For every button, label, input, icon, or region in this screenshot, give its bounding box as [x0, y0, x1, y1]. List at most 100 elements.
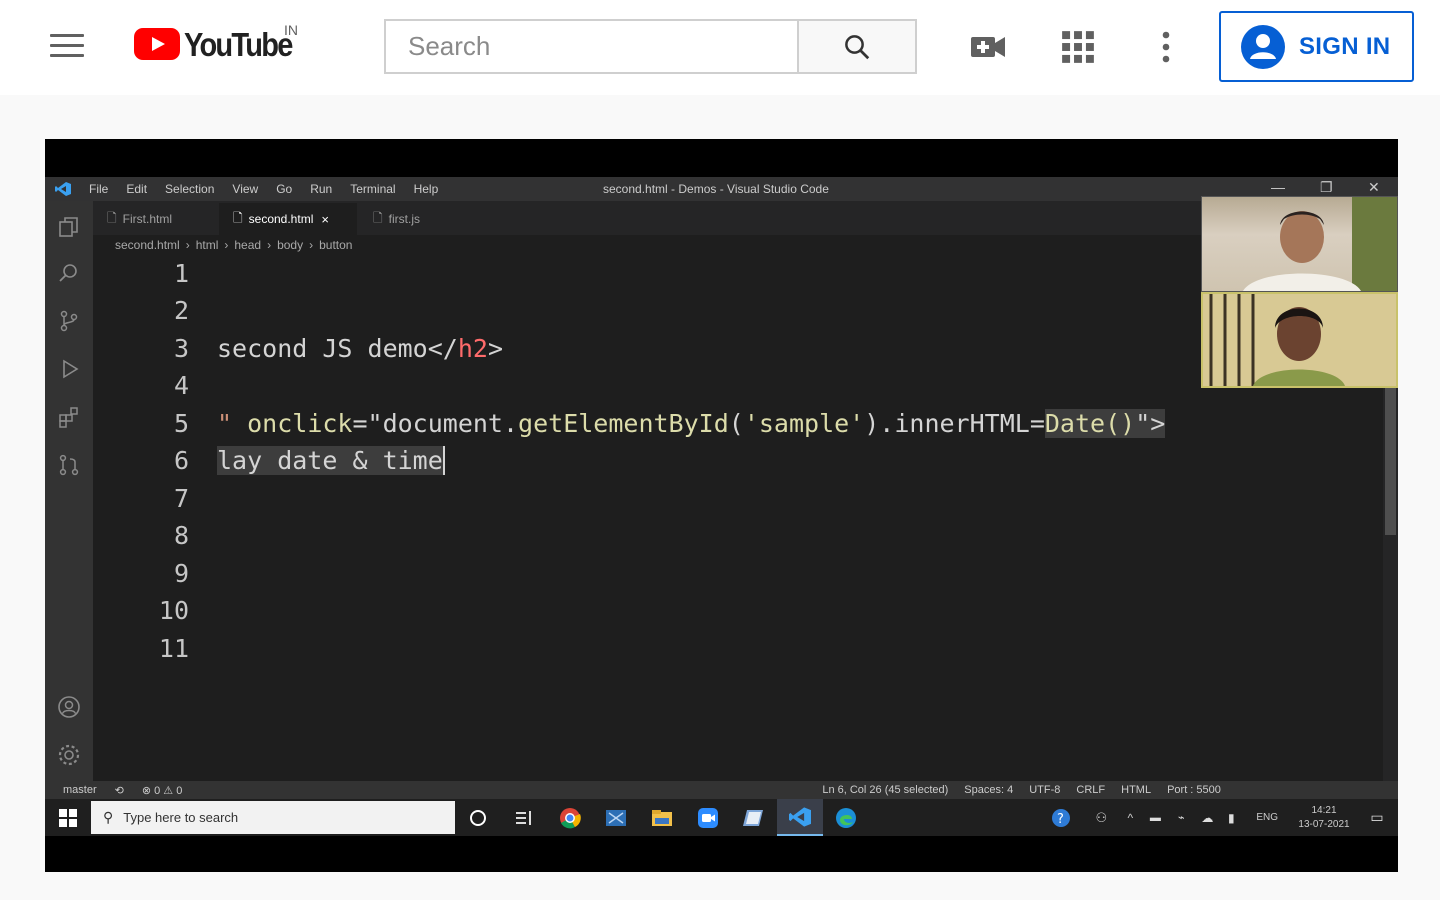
windows-taskbar: ⚲ Type here to search ? ⚇ ^ ▬ ⌁ ☁ ▮ ENG …	[45, 799, 1398, 836]
taskbar-search-box[interactable]: ⚲ Type here to search	[91, 801, 455, 834]
sign-in-button[interactable]: SIGN IN	[1219, 11, 1414, 82]
pull-request-icon[interactable]	[57, 453, 81, 477]
tab-first-html[interactable]: 🗋 First.html	[93, 203, 217, 235]
branch-status[interactable]: master	[63, 784, 97, 796]
minimize-icon[interactable]: —	[1271, 179, 1285, 195]
problems-status[interactable]: ⊗ 0 ⚠ 0	[142, 784, 182, 797]
search-input[interactable]	[408, 31, 798, 62]
task-view-button[interactable]	[501, 799, 547, 836]
extensions-icon[interactable]	[57, 405, 81, 429]
breadcrumb-item[interactable]: body	[277, 238, 303, 252]
menu-selection[interactable]: Selection	[165, 182, 214, 196]
vscode-statusbar: master ⟲ ⊗ 0 ⚠ 0 Ln 6, Col 26 (45 select…	[45, 781, 1398, 799]
task-view-icon	[516, 810, 531, 825]
source-control-icon[interactable]	[57, 309, 81, 333]
people-tray-icon[interactable]: ⚇	[1084, 799, 1118, 836]
tab-label: first.js	[388, 212, 420, 226]
menu-help[interactable]: Help	[414, 182, 439, 196]
zoom-video-icon	[698, 807, 718, 828]
close-tab-icon[interactable]: ×	[321, 212, 329, 227]
chevron-up-icon[interactable]: ^	[1118, 799, 1142, 836]
line-number: 2	[173, 296, 189, 325]
taskbar-edge[interactable]	[823, 799, 869, 836]
window-title: second.html - Demos - Visual Studio Code	[603, 182, 829, 196]
live-server-port[interactable]: Port : 5500	[1167, 784, 1221, 796]
windows-start-button[interactable]	[45, 799, 91, 836]
battery-icon[interactable]: ▬	[1142, 799, 1168, 836]
breadcrumb-item[interactable]: button	[319, 238, 352, 252]
youtube-logo[interactable]: YouTube IN	[134, 22, 306, 68]
language-indicator[interactable]: ENG	[1256, 812, 1278, 823]
taskbar-snipping-tool[interactable]	[593, 799, 639, 836]
clock-time: 14:21	[1311, 804, 1337, 816]
line-number: 5	[173, 409, 189, 438]
tab-label: second.html	[248, 212, 314, 226]
search-panel-icon[interactable]	[57, 261, 81, 285]
network-icon[interactable]: ⌁	[1168, 799, 1194, 836]
windows-logo-icon	[59, 808, 77, 827]
manage-gear-icon[interactable]	[57, 743, 81, 767]
create-video-button[interactable]	[968, 27, 1008, 67]
code-editor[interactable]: 1 2 3 4 5 6 7 8 9 10 11 second JS demo</…	[93, 255, 1383, 781]
language-status[interactable]: HTML	[1121, 784, 1151, 796]
edge-icon	[836, 807, 856, 828]
tab-second-html[interactable]: 🗋 second.html ×	[219, 203, 357, 235]
breadcrumb-item[interactable]: second.html	[115, 238, 180, 252]
apps-grid-icon	[1062, 31, 1094, 63]
menu-go[interactable]: Go	[276, 182, 292, 196]
line-number: 3	[173, 334, 189, 363]
menu-edit[interactable]: Edit	[126, 182, 147, 196]
chevron-right-icon: ›	[309, 238, 314, 252]
code-line-3: second JS demo</h2>	[217, 334, 503, 363]
apps-button[interactable]	[1058, 27, 1098, 67]
volume-icon[interactable]: ▮	[1220, 799, 1242, 836]
line-number: 8	[173, 521, 189, 550]
line-number: 4	[173, 371, 189, 400]
taskbar-vscode[interactable]	[777, 799, 823, 836]
menu-file[interactable]: File	[89, 182, 108, 196]
selected-text: lay date & time	[217, 446, 445, 475]
line-number: 10	[158, 596, 189, 625]
chevron-right-icon: ›	[267, 238, 272, 252]
participant-video-2	[1201, 292, 1398, 388]
close-window-icon[interactable]: ✕	[1368, 179, 1380, 196]
taskbar-clock[interactable]: 14:21 13-07-2021	[1292, 804, 1356, 832]
accounts-icon[interactable]	[57, 695, 81, 719]
menu-run[interactable]: Run	[310, 182, 332, 196]
code-line-6: lay date & time	[217, 446, 445, 475]
taskbar-zoom[interactable]	[685, 799, 731, 836]
breadcrumb-item[interactable]: head	[234, 238, 261, 252]
menu-terminal[interactable]: Terminal	[350, 182, 395, 196]
tab-label: First.html	[122, 212, 172, 226]
svg-text:?: ?	[1057, 812, 1064, 827]
sync-icon[interactable]: ⟲	[115, 784, 124, 797]
explorer-icon[interactable]	[57, 215, 81, 239]
video-camera-plus-icon	[971, 37, 1005, 57]
cloud-icon[interactable]: ☁	[1194, 799, 1220, 836]
chrome-icon	[560, 807, 581, 828]
notification-center-icon[interactable]: ▭	[1356, 799, 1398, 836]
search-button[interactable]	[797, 19, 917, 74]
tab-first-js[interactable]: 🗋 first.js	[359, 203, 483, 235]
scrollbar-thumb[interactable]	[1385, 365, 1396, 535]
settings-menu-button[interactable]	[1146, 27, 1186, 67]
restore-icon[interactable]: ❐	[1320, 179, 1333, 196]
taskbar-notepad[interactable]	[731, 799, 777, 836]
encoding-status[interactable]: UTF-8	[1029, 784, 1060, 796]
cursor-position[interactable]: Ln 6, Col 26 (45 selected)	[822, 784, 948, 796]
eol-status[interactable]: CRLF	[1076, 784, 1105, 796]
video-player[interactable]: File Edit Selection View Go Run Terminal…	[45, 139, 1398, 872]
help-tray-icon[interactable]: ?	[1038, 799, 1084, 836]
sign-in-label: SIGN IN	[1299, 32, 1391, 60]
breadcrumb-item[interactable]: html	[196, 238, 219, 252]
menu-icon[interactable]	[50, 34, 84, 60]
menu-view[interactable]: View	[232, 182, 258, 196]
line-number: 6	[173, 446, 189, 475]
indentation-status[interactable]: Spaces: 4	[964, 784, 1013, 796]
taskbar-file-explorer[interactable]	[639, 799, 685, 836]
search-bar	[384, 19, 798, 74]
cortana-button[interactable]	[455, 799, 501, 836]
taskbar-chrome[interactable]	[547, 799, 593, 836]
run-debug-icon[interactable]	[57, 357, 81, 381]
question-icon: ?	[1052, 808, 1071, 827]
